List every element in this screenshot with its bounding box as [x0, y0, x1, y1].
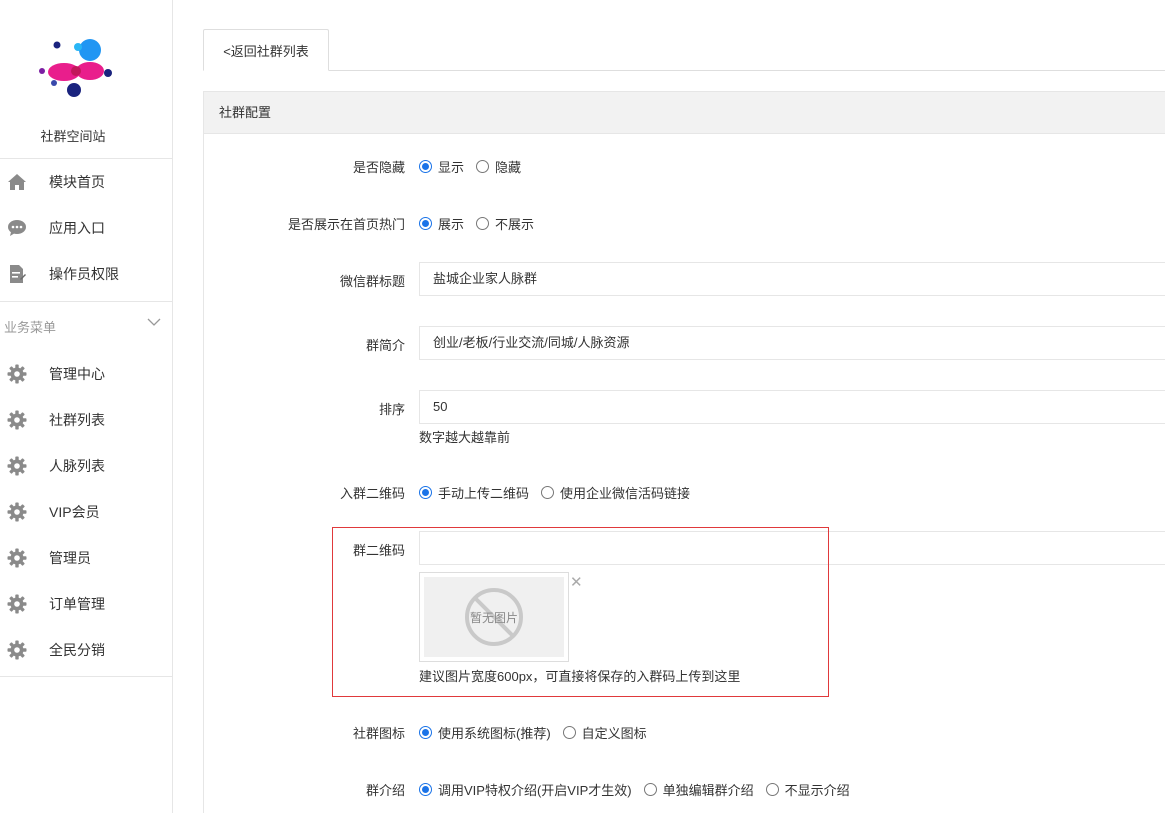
radio-system-icon[interactable]: 使用系统图标(推荐): [419, 723, 551, 742]
document-edit-icon: [2, 264, 32, 284]
logo-icon: [39, 39, 112, 97]
radio-custom-icon[interactable]: 自定义图标: [562, 723, 647, 742]
sidebar-item-label: 订单管理: [49, 596, 105, 612]
qr-image-preview[interactable]: 暂无图片: [419, 572, 569, 662]
sidebar-item-group-list[interactable]: 社群列表: [0, 397, 172, 443]
hot-radio-group: 展示 不展示: [419, 214, 546, 233]
qr-code-label: 群二维码: [352, 543, 405, 558]
qr-mode-radio-group: 手动上传二维码 使用企业微信活码链接: [419, 483, 702, 502]
hidden-label: 是否隐藏: [352, 160, 405, 175]
sidebar-item-operator-permission[interactable]: 操作员权限: [0, 251, 172, 297]
sidebar-item-label: 操作员权限: [49, 266, 119, 282]
radio-hide[interactable]: 隐藏: [476, 157, 521, 176]
radio-no-display[interactable]: 不展示: [476, 214, 534, 233]
radio-dot: [541, 486, 555, 499]
no-image-text: 暂无图片: [469, 611, 518, 625]
radio-dot: [643, 783, 657, 796]
logo-area: 社群空间站: [0, 0, 172, 159]
radio-dot: [419, 486, 432, 499]
sidebar-item-module-home[interactable]: 模块首页: [0, 159, 172, 205]
qr-code-input[interactable]: [419, 531, 1165, 565]
sidebar: 社群空间站 模块首页 应用入口 操作员权限 业务菜单 管理中心 社群列表 人脉列…: [0, 0, 173, 813]
sidebar-item-distribution[interactable]: 全民分销: [0, 627, 172, 673]
gear-icon: [2, 548, 32, 568]
radio-dot: [419, 160, 432, 173]
tab-bar-line: [203, 70, 1165, 71]
gear-icon: [2, 502, 32, 522]
site-name: 社群空间站: [40, 129, 106, 144]
sidebar-item-label: 人脉列表: [49, 458, 105, 474]
radio-custom-intro[interactable]: 单独编辑群介绍: [643, 780, 754, 799]
business-menu-header[interactable]: 业务菜单: [0, 301, 172, 351]
sort-hint: 数字越大越靠前: [419, 430, 511, 445]
gear-icon: [2, 410, 32, 430]
chevron-down-icon: [147, 318, 161, 326]
divider: [0, 676, 172, 677]
section-title: 业务菜单: [4, 320, 57, 335]
sidebar-item-label: VIP会员: [49, 504, 100, 520]
group-icon-label: 社群图标: [352, 726, 405, 741]
qr-code-hint: 建议图片宽度600px，可直接将保存的入群码上传到这里: [419, 669, 741, 684]
wechat-title-input[interactable]: 盐城企业家人脉群: [419, 262, 1165, 296]
sidebar-item-label: 应用入口: [49, 220, 105, 236]
close-icon[interactable]: ✕: [570, 575, 583, 590]
intro-short-input[interactable]: 创业/老板/行业交流/同城/人脉资源: [419, 326, 1165, 360]
group-intro-label: 群介绍: [365, 783, 405, 798]
tab-back-to-group-list[interactable]: <返回社群列表: [203, 29, 329, 71]
sidebar-item-label: 管理中心: [49, 366, 105, 382]
radio-dot: [562, 726, 576, 739]
radio-dot: [476, 217, 490, 230]
sidebar-item-label: 社群列表: [49, 412, 105, 428]
gear-icon: [2, 456, 32, 476]
gear-icon: [2, 640, 32, 660]
group-intro-radio-group: 调用VIP特权介绍(开启VIP才生效) 单独编辑群介绍 不显示介绍: [419, 780, 862, 799]
panel-title: 社群配置: [204, 92, 1165, 134]
sidebar-item-app-entry[interactable]: 应用入口: [0, 205, 172, 251]
image-placeholder: 暂无图片: [424, 577, 564, 657]
gear-icon: [2, 364, 32, 384]
gear-icon: [2, 594, 32, 614]
sidebar-item-order-management[interactable]: 订单管理: [0, 581, 172, 627]
qr-mode-label: 入群二维码: [339, 486, 405, 501]
sidebar-item-label: 管理员: [49, 550, 91, 566]
hidden-radio-group: 显示 隐藏: [419, 157, 533, 176]
radio-dot: [419, 217, 432, 230]
intro-short-label: 群简介: [365, 338, 405, 353]
radio-display[interactable]: 展示: [419, 214, 464, 233]
sort-input[interactable]: 50: [419, 390, 1165, 424]
radio-wecom-link[interactable]: 使用企业微信活码链接: [541, 483, 690, 502]
sidebar-item-contacts-list[interactable]: 人脉列表: [0, 443, 172, 489]
radio-dot: [476, 160, 490, 173]
radio-show[interactable]: 显示: [419, 157, 464, 176]
radio-no-intro[interactable]: 不显示介绍: [765, 780, 850, 799]
sidebar-item-vip-members[interactable]: VIP会员: [0, 489, 172, 535]
radio-manual-upload[interactable]: 手动上传二维码: [419, 483, 529, 502]
sort-label: 排序: [378, 402, 405, 417]
radio-dot: [765, 783, 779, 796]
group-icon-radio-group: 使用系统图标(推荐) 自定义图标: [419, 723, 659, 742]
wechat-title-label: 微信群标题: [339, 274, 405, 289]
home-icon: [2, 172, 32, 192]
sidebar-item-label: 模块首页: [49, 174, 105, 190]
sidebar-item-management-center[interactable]: 管理中心: [0, 351, 172, 397]
hot-label: 是否展示在首页热门: [287, 217, 405, 232]
config-panel: 社群配置: [203, 91, 1165, 813]
sidebar-item-label: 全民分销: [49, 642, 105, 658]
radio-dot: [419, 783, 432, 796]
sidebar-item-admins[interactable]: 管理员: [0, 535, 172, 581]
chat-icon: [2, 218, 32, 238]
radio-vip-intro[interactable]: 调用VIP特权介绍(开启VIP才生效): [419, 780, 632, 799]
radio-dot: [419, 726, 432, 739]
